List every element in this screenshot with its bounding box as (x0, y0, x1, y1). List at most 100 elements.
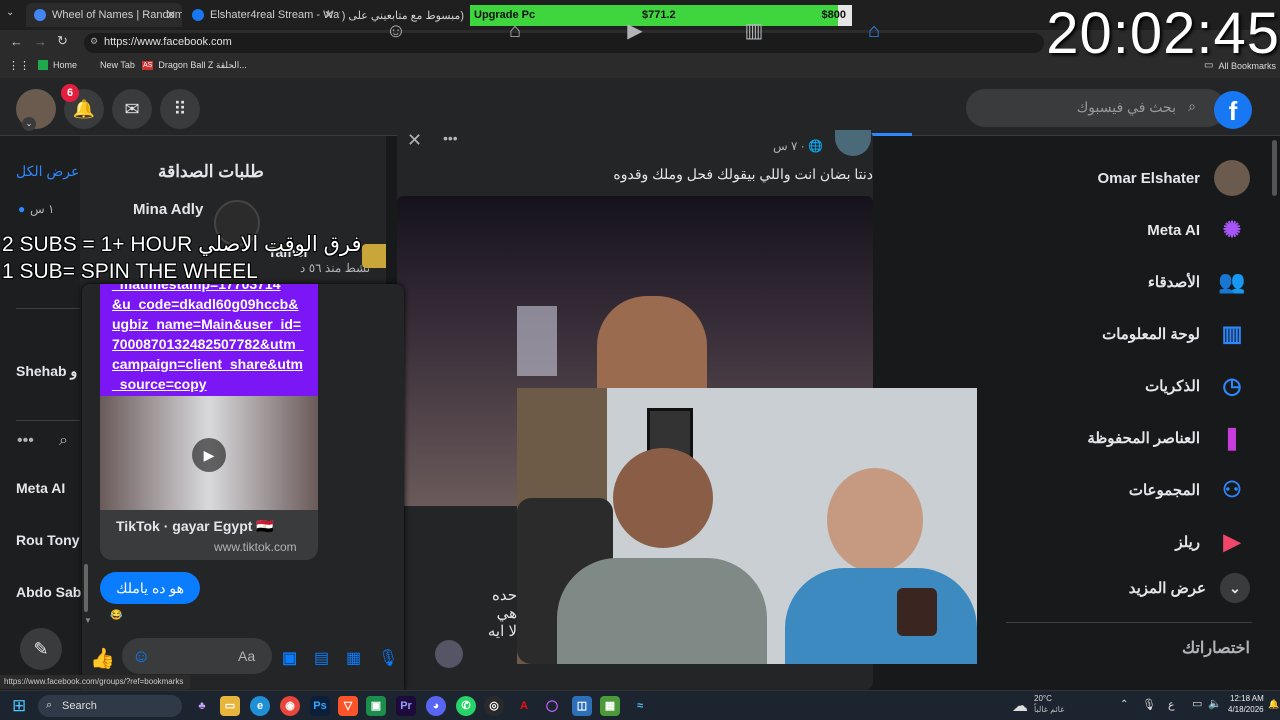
link-preview-domain: www.tiktok.com (214, 540, 297, 554)
minecraft-icon[interactable]: ▦ (600, 696, 620, 716)
sidebar-item-label: ريلز (1175, 534, 1200, 551)
url-field[interactable]: ⚙ https://www.facebook.com (84, 33, 1044, 53)
close-icon[interactable]: ✕ (324, 8, 334, 22)
bookmark-new-tab[interactable]: New Tab (100, 60, 135, 70)
edge-icon[interactable]: e (250, 696, 270, 716)
sidebar-item-dashboard[interactable]: ▥ لوحة المعلومات (1102, 316, 1250, 352)
premiere-icon[interactable]: Pr (396, 696, 416, 716)
tray-chevron-icon[interactable]: ⌃ (1120, 699, 1128, 710)
app-icon[interactable]: ▣ (366, 696, 386, 716)
taskbar-time[interactable]: 12:18 AM (1230, 694, 1264, 703)
volume-icon[interactable]: 🔈 (1208, 697, 1222, 710)
contact-meta-ai[interactable]: Meta AI (16, 480, 65, 496)
compose-icon: ✎ (33, 639, 49, 659)
dashboard-nav-icon[interactable]: ▥ (741, 18, 767, 44)
groups-icon: ⚇ (1222, 477, 1242, 502)
bookmark-home[interactable]: Home (38, 60, 77, 70)
new-message-button[interactable]: ✎ (20, 628, 62, 670)
message-input[interactable]: ☺ Aa (122, 638, 272, 674)
sidebar-item-saved[interactable]: ❚ العناصر المحفوظة (1087, 420, 1250, 456)
sidebar-item-memories[interactable]: ◷ الذكريات (1145, 368, 1250, 404)
obs-icon[interactable]: ◎ (484, 696, 504, 716)
chat-link-message[interactable]: _matimestamp=17703714 &u_code=dkadl60g09… (100, 284, 318, 396)
chevron-down-icon[interactable]: ⌄ (22, 117, 36, 131)
menu-button[interactable]: ⠿ (160, 89, 200, 129)
request-name[interactable]: Mina Adly (133, 201, 203, 218)
contact-abdo[interactable]: Abdo Sab (16, 584, 81, 600)
contact-rou-tony[interactable]: Rou Tony (16, 532, 80, 548)
app-shark-icon[interactable]: ≈ (630, 696, 650, 716)
avatar (1214, 160, 1250, 196)
sidebar-item-profile[interactable]: Omar Elshater (1097, 160, 1250, 196)
notification-bell-icon[interactable]: 🔔 (1268, 699, 1279, 710)
see-all-link[interactable]: عرض الكل (16, 163, 79, 180)
teams-icon[interactable]: ♣ (192, 696, 212, 716)
link-preview-image[interactable]: ▶ (100, 396, 318, 510)
sidebar-item-groups[interactable]: ⚇ المجموعات (1129, 472, 1250, 508)
weather-text: غائم غالباً (1034, 705, 1065, 714)
photoshop-icon[interactable]: Ps (310, 696, 330, 716)
gif-icon[interactable]: ▣ (282, 648, 297, 668)
post-author-avatar[interactable] (835, 130, 871, 156)
network-icon[interactable]: ▭ (1192, 697, 1202, 710)
contact-shehab[interactable]: Shehab و (16, 363, 77, 380)
like-icon[interactable]: 👍 (90, 646, 115, 671)
chrome-icon[interactable]: ◉ (280, 696, 300, 716)
app-window-icon[interactable]: ◫ (572, 696, 592, 716)
site-info-icon[interactable]: ⚙ (90, 36, 98, 47)
forward-icon[interactable]: → (34, 34, 47, 49)
unread-dot-icon: ● (18, 202, 26, 216)
discord-icon[interactable]: ◕ (426, 696, 446, 716)
sticker-icon[interactable]: ▤ (314, 648, 329, 668)
sidebar-item-reels[interactable]: ▶ ريلز (1175, 524, 1250, 560)
request-time: ١ س (30, 202, 55, 216)
app-ring-icon[interactable]: ◯ (542, 696, 562, 716)
sidebar-item-friends[interactable]: 👥 الأصدقاء (1148, 264, 1250, 300)
image-icon[interactable]: ▦ (346, 648, 361, 668)
sidebar-item-see-more[interactable]: ⌄ عرض المزيد (1129, 573, 1250, 603)
bookmark-dragon-ball[interactable]: AS Dragon Ball Z الحلقة... (142, 60, 247, 71)
microphone-tray-icon[interactable]: 🎙 (1142, 698, 1156, 711)
acrobat-icon[interactable]: A (514, 696, 534, 716)
back-icon[interactable]: ← (10, 34, 23, 49)
apps-grid-icon[interactable]: ⋮⋮ (8, 59, 30, 72)
taskbar-date[interactable]: 4/18/2026 (1228, 705, 1264, 714)
link-preview-card[interactable]: TikTok · gayar Egypt 🇪🇬 www.tiktok.com (100, 510, 318, 560)
file-explorer-icon[interactable]: ▭ (220, 696, 240, 716)
sidebar-item-meta-ai[interactable]: ✺ Meta AI (1147, 212, 1250, 248)
webcam-person-right-head (827, 468, 923, 572)
subs-rule-line-2: 1 SUB= SPIN THE WHEEL (2, 260, 258, 283)
video-icon[interactable]: ▶ (622, 18, 648, 44)
tab-wheel-of-names[interactable]: Wheel of Names | Random name ✕ (26, 3, 182, 27)
friends-icon: 👥 (1218, 269, 1246, 294)
home-nav-icon[interactable]: ⌂ (861, 18, 887, 44)
language-indicator[interactable]: ع (1168, 698, 1175, 711)
microphone-icon[interactable]: 🎙 (378, 648, 398, 668)
tab-facebook-stream[interactable]: Elshater4real Stream - Watch Li ✕ (184, 3, 340, 27)
chat-message-bubble[interactable]: هو ده ياملك (100, 572, 200, 604)
more-options-icon[interactable]: ••• (17, 432, 34, 450)
scroll-down-icon[interactable]: ▼ (84, 616, 92, 625)
whatsapp-icon[interactable]: ✆ (456, 696, 476, 716)
bookmark-label: Dragon Ball Z الحلقة... (158, 60, 247, 70)
emoji-icon[interactable]: ☺ (132, 646, 150, 667)
marketplace-icon[interactable]: ⌂ (502, 18, 528, 44)
reload-icon[interactable]: ↻ (57, 33, 68, 49)
tab-list-icon[interactable]: ⌄ (6, 7, 20, 21)
message-input-placeholder: Aa (238, 648, 256, 664)
chat-scrollbar[interactable] (84, 564, 88, 612)
close-icon[interactable]: ✕ (166, 8, 176, 22)
search-contacts-icon[interactable]: ⌕ (59, 432, 68, 450)
webcam-person-left-body (557, 558, 767, 664)
close-icon[interactable]: ✕ (407, 130, 422, 151)
sidebar-item-label: الذكريات (1145, 378, 1200, 395)
brave-icon[interactable]: ▽ (338, 696, 358, 716)
play-icon[interactable]: ▶ (192, 438, 226, 472)
more-options-icon[interactable]: ••• (443, 130, 458, 146)
gaming-icon[interactable]: ☺ (383, 18, 409, 44)
taskbar-search[interactable]: ⌕ Search (38, 695, 182, 717)
windows-start-icon[interactable]: ⊞ (12, 696, 26, 716)
weather-cloud-icon: ☁ (1012, 698, 1028, 715)
messenger-button[interactable]: ✉ (112, 89, 152, 129)
commenter-avatar[interactable] (435, 640, 463, 668)
